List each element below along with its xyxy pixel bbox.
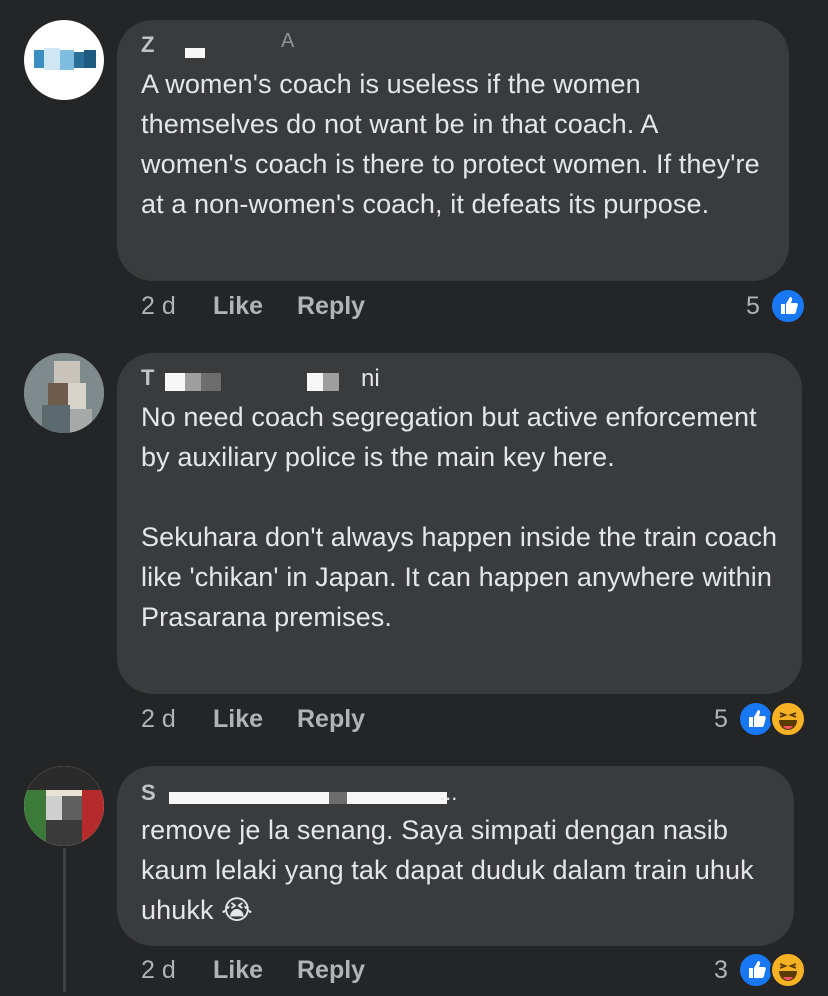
comment-bubble: Z A A women's coach is useless if the wo… xyxy=(117,20,789,281)
author-initial: T xyxy=(141,365,155,390)
haha-icon xyxy=(770,952,806,988)
reply-button[interactable]: Reply xyxy=(297,956,365,985)
timestamp[interactable]: 2 d xyxy=(141,292,176,321)
timestamp[interactable]: 2 d xyxy=(141,956,176,985)
reaction-count[interactable]: 5 xyxy=(746,292,760,321)
reaction-count[interactable]: 3 xyxy=(714,956,728,985)
haha-icon xyxy=(770,701,806,737)
avatar[interactable] xyxy=(24,20,104,100)
author-name[interactable]: S ... xyxy=(141,780,770,806)
like-button[interactable]: Like xyxy=(213,956,263,985)
comment-bubble: T ni No need coach segregation but activ… xyxy=(117,353,802,694)
avatar-image xyxy=(24,353,104,433)
comment-text: remove je la senang. Saya simpati dengan… xyxy=(141,815,762,925)
like-icon xyxy=(738,952,774,988)
comment-bubble: S ... remove je la senang. Saya simpati … xyxy=(117,766,794,946)
reaction-count[interactable]: 5 xyxy=(714,705,728,734)
author-name[interactable]: T ni xyxy=(141,365,778,393)
author-blur-text: ni xyxy=(361,365,380,392)
reply-button[interactable]: Reply xyxy=(297,705,365,734)
like-button[interactable]: Like xyxy=(213,705,263,734)
author-name[interactable]: Z A xyxy=(141,30,765,60)
author-initial: S xyxy=(141,780,156,805)
avatar-image xyxy=(24,766,104,846)
avatar-image xyxy=(34,48,96,70)
timestamp[interactable]: 2 d xyxy=(141,705,176,734)
reply-thread-line xyxy=(63,848,66,992)
author-initial: Z xyxy=(141,32,155,57)
like-icon xyxy=(770,288,806,324)
like-button[interactable]: Like xyxy=(213,292,263,321)
author-blur-text: ... xyxy=(439,780,458,805)
avatar[interactable] xyxy=(24,353,104,433)
author-blur-text: A xyxy=(281,30,295,52)
avatar[interactable] xyxy=(24,766,104,846)
comment-text: A women's coach is useless if the women … xyxy=(141,69,768,219)
reply-button[interactable]: Reply xyxy=(297,292,365,321)
like-icon xyxy=(738,701,774,737)
comment-text: No need coach segregation but active enf… xyxy=(141,402,778,632)
